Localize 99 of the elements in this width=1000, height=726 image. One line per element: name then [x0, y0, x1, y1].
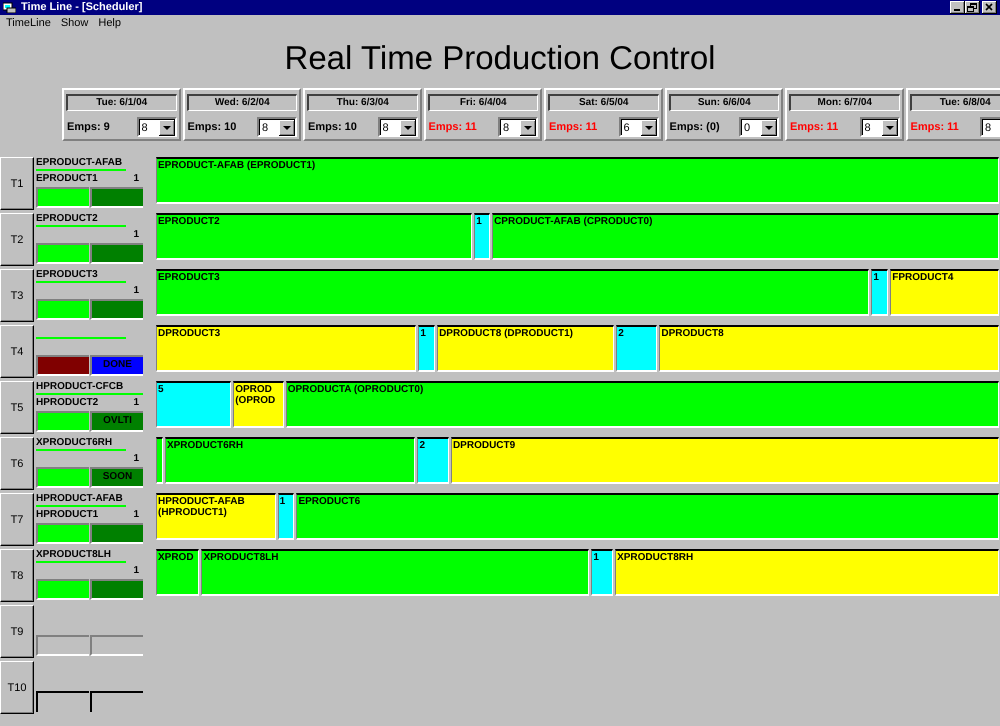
- sub-product-name: HPRODUCT1: [36, 509, 98, 520]
- task-bar: XPROD: [156, 549, 200, 596]
- count-label: 1: [133, 229, 140, 240]
- status-cell: [36, 691, 89, 712]
- task-bar: XPRODUCT8LH: [201, 549, 590, 596]
- task-bar: 1: [474, 213, 490, 260]
- status-cell: OVLTI: [90, 411, 143, 432]
- sub-product-name: HPRODUCT2: [36, 397, 98, 408]
- task-bar: CPRODUCT-AFAB (CPRODUCT0): [492, 213, 999, 260]
- count-label: 1: [133, 565, 140, 576]
- date-label: Thu: 6/3/04: [307, 94, 418, 111]
- task-bar: 2: [616, 325, 658, 372]
- task-bar: 1: [278, 493, 294, 540]
- line-button[interactable]: T7: [0, 493, 34, 546]
- task-bar: DPRODUCT9: [450, 437, 1000, 484]
- status-cell: SOON: [90, 467, 143, 488]
- product-name: XPRODUCT8LH: [36, 550, 112, 560]
- date-label: Fri: 6/4/04: [428, 94, 538, 111]
- date-label: Tue: 6/8/04: [910, 94, 1000, 111]
- status-cell: [36, 635, 89, 656]
- date-label: Mon: 6/7/04: [789, 94, 900, 111]
- date-label: Sun: 6/6/04: [668, 94, 779, 111]
- shift-dropdown[interactable]: 8: [257, 117, 297, 137]
- status-cell: DONE: [90, 355, 143, 376]
- employee-count: Emps: 11: [790, 121, 838, 133]
- date-label: Wed: 6/2/04: [186, 94, 297, 111]
- shift-dropdown[interactable]: 8: [378, 117, 418, 137]
- restore-icon[interactable]: [965, 1, 980, 14]
- shift-dropdown[interactable]: 8: [980, 117, 1000, 137]
- sub-product-name: EPRODUCT1: [36, 173, 98, 184]
- product-name: EPRODUCT3: [36, 270, 98, 280]
- line-button[interactable]: T4: [0, 325, 34, 378]
- app-icon: [3, 2, 16, 13]
- close-icon[interactable]: [982, 1, 997, 14]
- shift-dropdown[interactable]: 8: [860, 117, 900, 137]
- caret-icon[interactable]: [640, 120, 656, 136]
- line-button[interactable]: T1: [0, 157, 34, 210]
- task-bar: FPRODUCT4: [890, 269, 999, 316]
- task-bar: 2: [417, 437, 449, 484]
- product-name: EPRODUCT2: [36, 214, 98, 224]
- caret-icon[interactable]: [158, 120, 174, 136]
- page-heading: Real Time Production Control: [283, 40, 717, 76]
- employee-count: Emps: 10: [188, 121, 236, 133]
- date-label: Sat: 6/5/04: [548, 94, 658, 111]
- product-name: EPRODUCT-AFAB: [36, 158, 122, 168]
- task-bar: XPRODUCT6RH: [164, 437, 416, 484]
- count-label: 1: [133, 453, 140, 464]
- employee-count: Emps: 11: [549, 121, 598, 133]
- task-bar: DPRODUCT8: [659, 325, 999, 372]
- employee-count: Emps: 11: [910, 121, 959, 133]
- count-label: 1: [133, 173, 140, 184]
- line-button[interactable]: T9: [0, 605, 34, 658]
- line-button[interactable]: T10: [0, 661, 34, 714]
- product-name: XPRODUCT6RH: [36, 438, 112, 448]
- task-bar: EPRODUCT2: [156, 213, 472, 260]
- menu-item[interactable]: Help: [93, 16, 126, 30]
- line-button[interactable]: T2: [0, 213, 34, 266]
- task-bar: OPRODUCTA (OPRODUCT0): [286, 381, 999, 428]
- task-bar: 1: [871, 269, 888, 316]
- shift-dropdown[interactable]: 8: [136, 117, 176, 137]
- shift-dropdown[interactable]: 8: [498, 117, 538, 137]
- shift-dropdown[interactable]: 6: [618, 117, 658, 137]
- employee-count: Emps: 9: [67, 121, 110, 133]
- status-cell: [90, 635, 143, 656]
- employee-count: Emps: 10: [308, 121, 357, 133]
- count-label: 1: [133, 285, 140, 296]
- count-label: 1: [133, 397, 140, 408]
- line-button[interactable]: T8: [0, 549, 34, 602]
- caret-icon[interactable]: [520, 120, 536, 136]
- task-bar: HPRODUCT-AFAB (HPRODUCT1): [156, 493, 276, 540]
- menu-item[interactable]: Show: [56, 16, 94, 30]
- menu-item[interactable]: TimeLine: [1, 16, 56, 30]
- task-bar: EPRODUCT-AFAB (EPRODUCT1): [156, 157, 999, 204]
- caret-icon[interactable]: [882, 120, 898, 136]
- employee-count: Emps: 11: [428, 121, 477, 133]
- count-label: 1: [133, 509, 140, 520]
- task-bar: 5: [156, 381, 232, 428]
- date-label: Tue: 6/1/04: [66, 94, 176, 111]
- line-button[interactable]: T5: [0, 381, 34, 434]
- task-bar: DPRODUCT8 (DPRODUCT1): [437, 325, 614, 372]
- task-bar: OPROD (OPROD: [233, 381, 284, 428]
- product-name: HPRODUCT-CFCB: [36, 382, 124, 392]
- shift-dropdown[interactable]: 0: [739, 117, 779, 137]
- caret-icon[interactable]: [279, 120, 295, 136]
- task-bar: EPRODUCT3: [156, 269, 870, 316]
- minimize-icon[interactable]: [950, 1, 965, 14]
- status-cell: [90, 691, 143, 712]
- caret-icon[interactable]: [761, 120, 777, 136]
- line-button[interactable]: T6: [0, 437, 34, 490]
- product-name: HPRODUCT-AFAB: [36, 494, 123, 504]
- task-bar: 1: [591, 549, 614, 596]
- employee-count: Emps: (0): [670, 121, 720, 133]
- window-title: Time Line - [Scheduler]: [21, 1, 144, 14]
- line-button[interactable]: T3: [0, 269, 34, 322]
- task-bar: DPRODUCT3: [156, 325, 416, 372]
- caret-icon[interactable]: [400, 120, 416, 136]
- task-bar: 1: [418, 325, 436, 372]
- task-bar: XPRODUCT8RH: [615, 549, 999, 596]
- task-bar: EPRODUCT6: [296, 493, 999, 540]
